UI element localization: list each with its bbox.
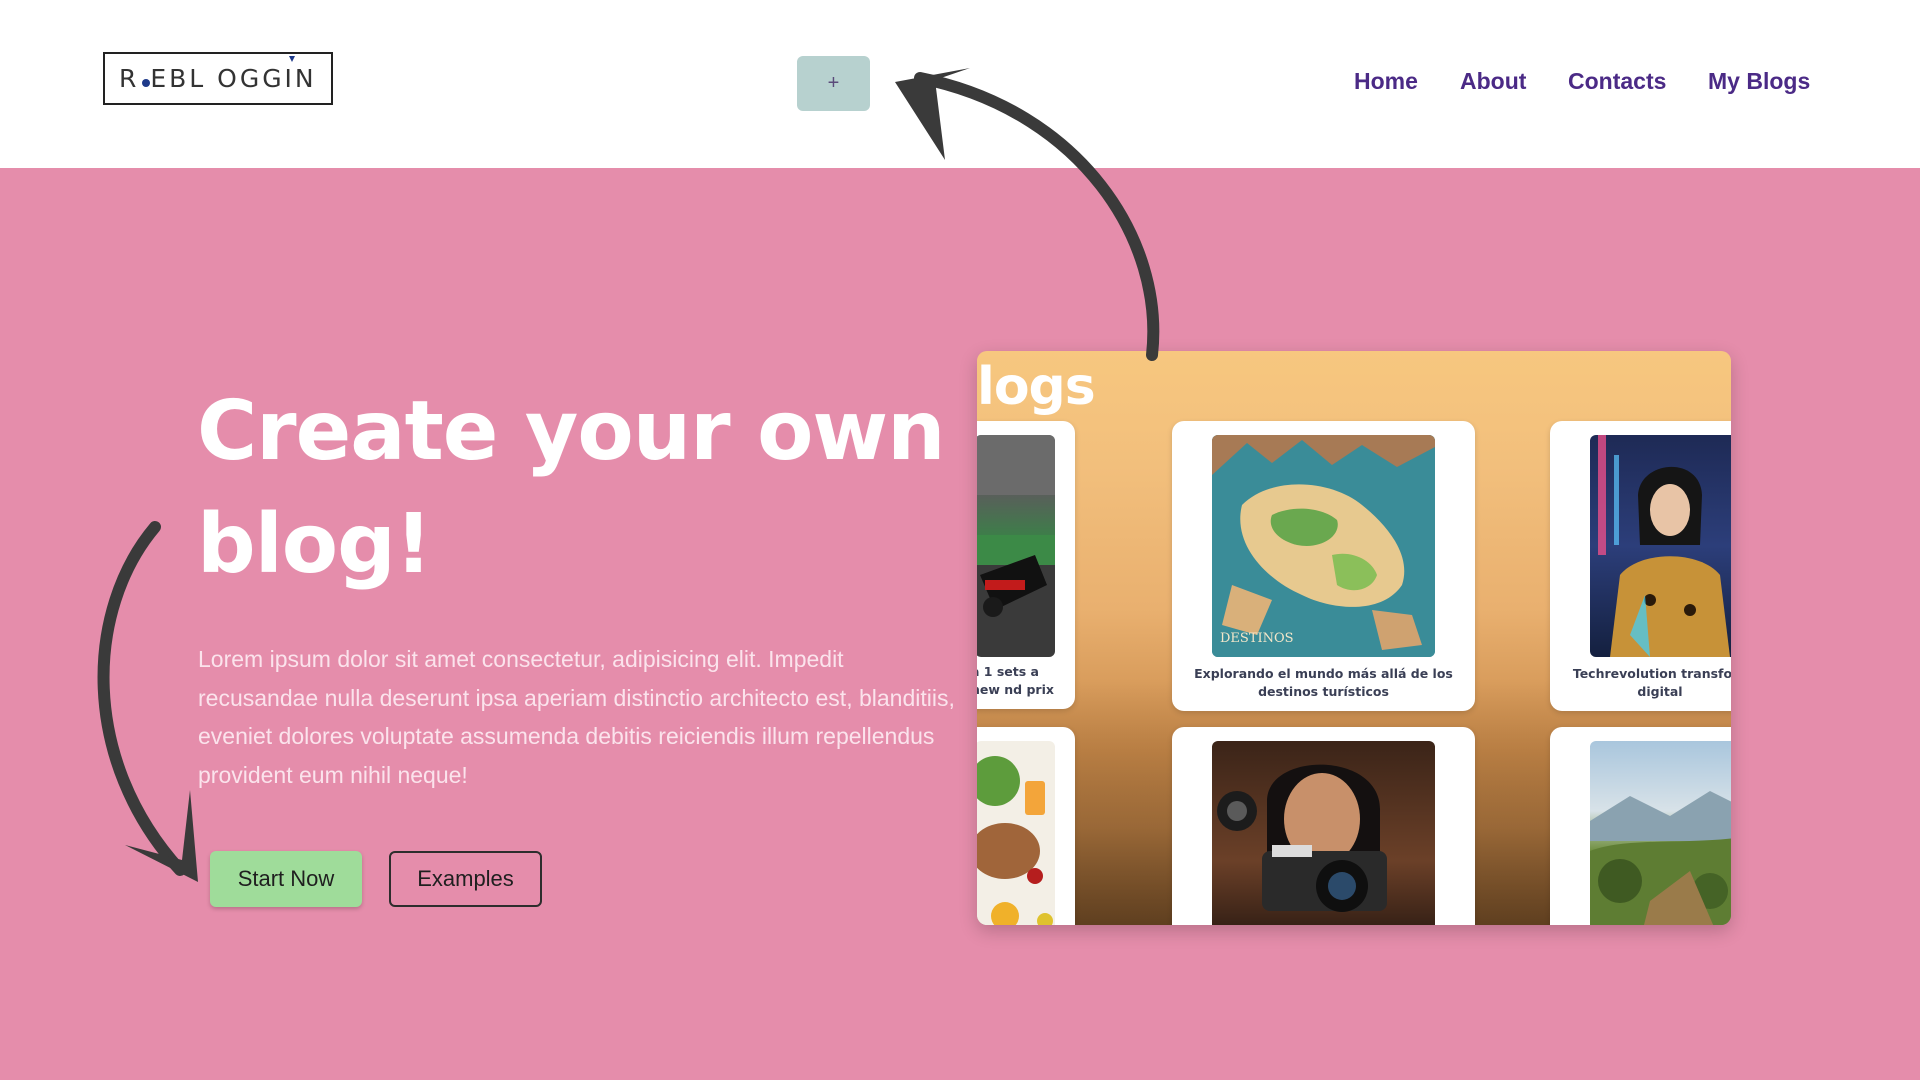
logo[interactable]: R EBL OGGIN	[103, 52, 333, 105]
examples-button[interactable]: Examples	[389, 851, 542, 907]
card-caption: a 1 sets a new nd prix	[977, 664, 1054, 697]
nav-contacts[interactable]: Contacts	[1568, 68, 1666, 95]
logo-dot-icon	[142, 79, 150, 87]
preview-heading: logs	[977, 357, 1096, 417]
preview-card	[1550, 727, 1731, 925]
logo-text: R EBL OGGIN	[119, 64, 317, 93]
cyber-woman-image	[1590, 435, 1731, 657]
food-plate-image	[977, 741, 1055, 925]
header: R EBL OGGIN + Home About Contacts My Blo…	[0, 0, 1920, 168]
hero-title: Create your own blog!	[197, 384, 946, 592]
preview-card	[1172, 727, 1475, 925]
preview-card: DESTINOS Explorando el mundo más allá de…	[1172, 421, 1475, 711]
logo-accent-icon	[289, 56, 295, 62]
add-blog-button[interactable]: +	[797, 56, 870, 111]
landscape-image	[1590, 741, 1731, 925]
preview-card: Techrevolution transforn digital	[1550, 421, 1731, 711]
photographer-image	[1212, 741, 1435, 925]
world-map-image: DESTINOS	[1212, 435, 1435, 657]
card-caption: Explorando el mundo más allá de los dest…	[1194, 666, 1453, 699]
blog-preview-image: logs a 1 sets a new nd prix DESTINOS Exp…	[977, 351, 1731, 925]
nav-my-blogs[interactable]: My Blogs	[1708, 68, 1810, 95]
racing-car-image	[977, 435, 1055, 657]
arrow-to-start-button-icon	[97, 521, 186, 876]
arrow-head-bottom-icon	[125, 790, 198, 882]
hero-description: Lorem ipsum dolor sit amet consectetur, …	[198, 646, 955, 788]
preview-card: a 1 sets a new nd prix	[977, 421, 1075, 709]
preview-card	[977, 727, 1075, 925]
map-label: DESTINOS	[1220, 631, 1294, 646]
nav-about[interactable]: About	[1460, 68, 1526, 95]
card-caption: Techrevolution transforn digital	[1572, 666, 1731, 699]
nav-home[interactable]: Home	[1354, 68, 1418, 95]
start-now-button[interactable]: Start Now	[210, 851, 362, 907]
